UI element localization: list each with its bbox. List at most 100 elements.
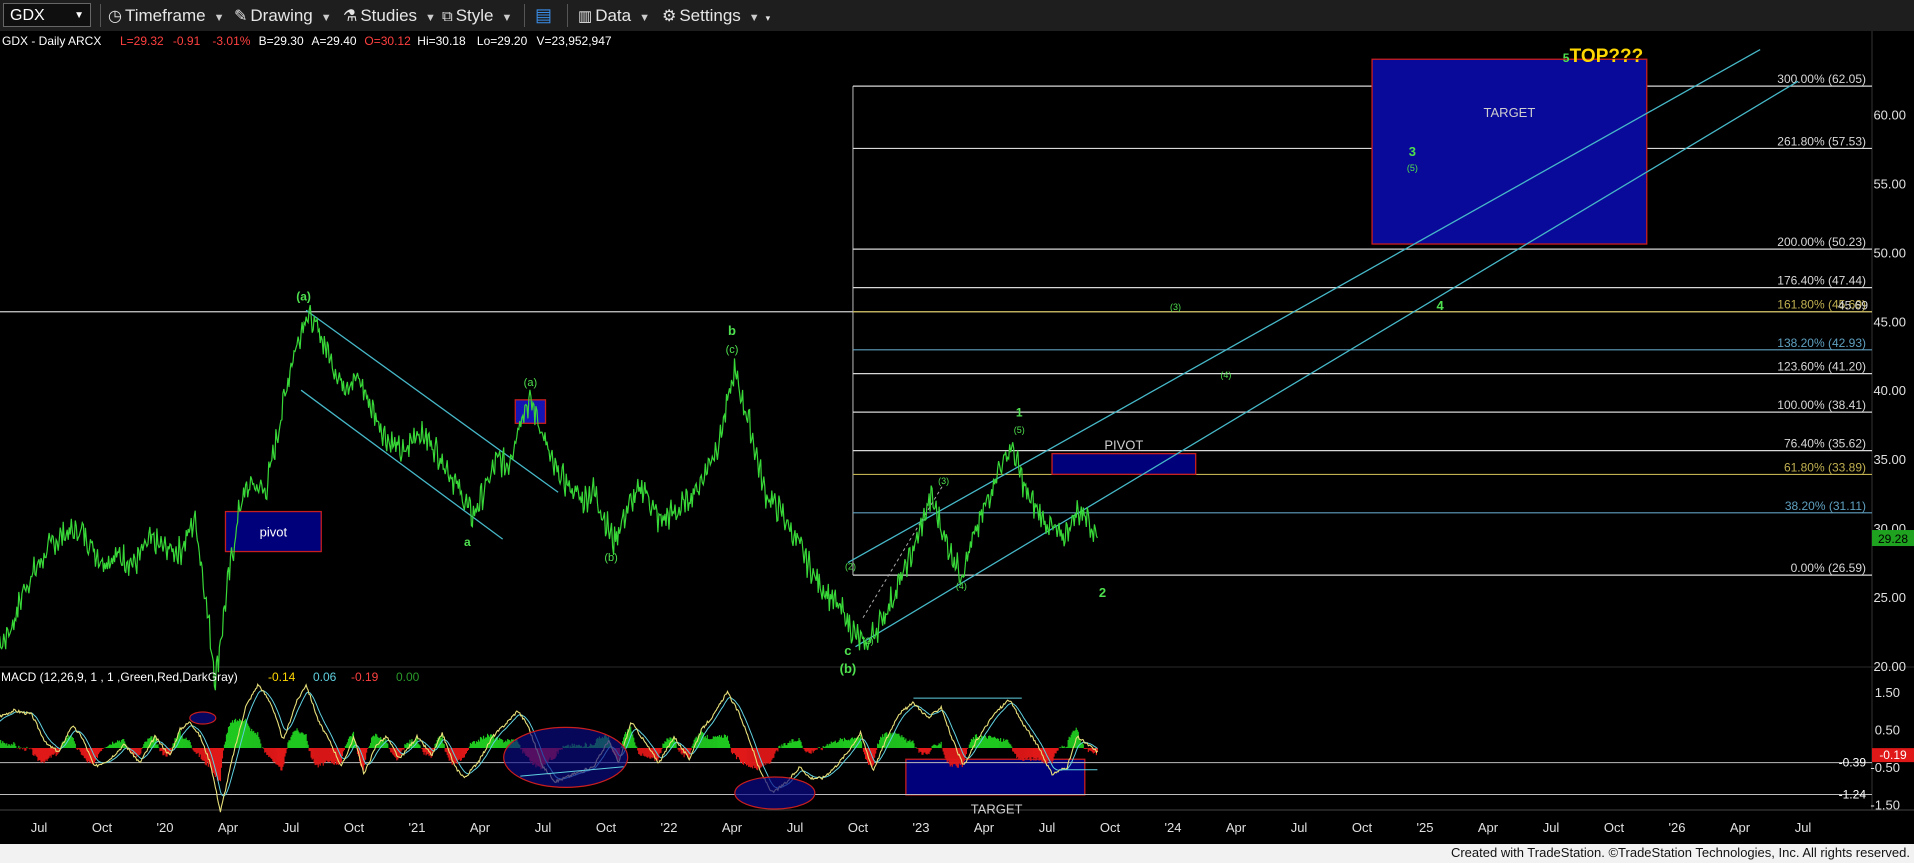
flask-icon: ⚗ [343, 8, 358, 25]
price-axis-tick: 55.00 [1873, 176, 1906, 191]
wave-label: (2) [845, 561, 856, 571]
macd-axis-tick: -1.50 [1870, 797, 1900, 812]
wave-label: (b) [604, 552, 617, 564]
time-axis-label: Apr [1226, 820, 1247, 835]
time-axis-label: Jul [1039, 820, 1056, 835]
time-axis-label: Apr [1730, 820, 1751, 835]
fib-level-label: 123.60% (41.20) [1777, 360, 1866, 374]
time-axis-label: '23 [913, 820, 930, 835]
settings-menu[interactable]: ⚙ Settings ▼ ▾ [662, 0, 770, 31]
time-axis-label: '24 [1165, 820, 1182, 835]
time-axis-label: Jul [535, 820, 552, 835]
zone-label: PIVOT [1104, 438, 1143, 453]
drawing-menu[interactable]: ✎ Drawing ▼ [234, 0, 332, 31]
price-axis-tick: 35.00 [1873, 452, 1906, 467]
time-axis-label: '25 [1417, 820, 1434, 835]
fib-level-label: 100.00% (38.41) [1777, 398, 1866, 412]
toolbar-separator [100, 4, 101, 27]
timeframe-menu[interactable]: ◷ Timeframe ▼ [108, 0, 224, 31]
fib-overlap-label: 45.69 [1838, 299, 1868, 313]
wave-label: 3 [1409, 144, 1416, 159]
time-axis-label: Oct [1100, 820, 1121, 835]
wave-label: a [464, 535, 471, 549]
gear-icon: ⚙ [662, 8, 677, 25]
wave-label: (4) [1220, 370, 1231, 380]
macd-ellipse [503, 726, 629, 788]
pencil-icon: ✎ [234, 8, 248, 25]
macd-value: -0.19 [351, 670, 379, 684]
wave-label: 4 [1437, 298, 1445, 313]
fib-level-label: 76.40% (35.62) [1784, 437, 1866, 451]
wave-label: (a) [296, 290, 311, 304]
wave-label: c [844, 643, 851, 658]
fib-level-label: 300.00% (62.05) [1777, 72, 1866, 86]
quote-value: O=30.12 [364, 34, 411, 48]
macd-target-zone [905, 758, 1086, 796]
symbol-value: GDX [10, 7, 45, 24]
last-price-label: 29.28 [1878, 532, 1908, 546]
price-axis-tick: 60.00 [1873, 107, 1906, 122]
time-axis-label: Apr [974, 820, 995, 835]
price-chart[interactable]: 20.00 25.00 3 0.00 35.00 40.00 45.00 50.00 55.00… [0, 31, 1914, 844]
quote-value: L=29.32 [120, 34, 164, 48]
macd-value: -0.14 [268, 670, 296, 684]
wave-label: 2 [1099, 585, 1106, 600]
time-axis-label: Oct [1604, 820, 1625, 835]
time-axis-label: Apr [218, 820, 239, 835]
time-axis-label: Apr [722, 820, 743, 835]
toolbar-separator [524, 4, 525, 27]
wave-label: (5) [1407, 163, 1418, 173]
price-axis-tick: 25.00 [1873, 590, 1906, 605]
time-axis-label: Jul [787, 820, 804, 835]
chevron-down-icon: ▼ [320, 12, 332, 24]
price-axis-tick: 40.00 [1873, 383, 1906, 398]
data-label: Data [595, 6, 632, 25]
wave-label: (2) [863, 636, 874, 646]
time-axis-label: Apr [1478, 820, 1499, 835]
timeframe-label: Timeframe [124, 6, 206, 25]
toolbar-separator [567, 4, 568, 27]
time-axis-label: Oct [848, 820, 869, 835]
wave-label: (3) [938, 476, 949, 486]
time-axis-label: '20 [157, 820, 174, 835]
chevron-down-icon: ▼ [501, 12, 513, 24]
wave-label: (4) [956, 581, 967, 591]
time-axis-label: Oct [1352, 820, 1373, 835]
layout-icon[interactable]: ▤ [535, 0, 552, 31]
price-axis-tick: 20.00 [1873, 659, 1906, 674]
style-menu[interactable]: ⧉ Style ▼ [442, 0, 512, 31]
studies-menu[interactable]: ⚗ Studies ▼ [343, 0, 436, 31]
wave-label: (c) [726, 344, 739, 356]
zone-box [1051, 452, 1197, 475]
quote-value: B=29.30 [259, 34, 304, 48]
macd-level-label: -0.39 [1839, 756, 1867, 770]
time-axis-label: Jul [283, 820, 300, 835]
zone-box [514, 399, 547, 424]
symbol-selector[interactable]: GDX ▼ [3, 3, 91, 27]
quote-value: Lo=29.20 [477, 34, 528, 48]
fib-level-label: 261.80% (57.53) [1777, 134, 1866, 148]
fib-level-label: 0.00% (26.59) [1791, 561, 1866, 575]
overflow-chevron-icon: ▾ [765, 13, 771, 23]
data-menu[interactable]: ▥ Data ▼ [578, 0, 650, 31]
quote-value: V=23,952,947 [537, 34, 612, 48]
fib-level-label: 61.80% (33.89) [1784, 460, 1866, 474]
time-axis-label: Oct [92, 820, 113, 835]
price-axis-tick: 50.00 [1873, 245, 1906, 260]
wave-label: (b) [840, 661, 857, 676]
chevron-down-icon: ▼ [639, 12, 650, 24]
wave-label: 1 [1016, 405, 1023, 419]
macd-value: 0.06 [313, 670, 337, 684]
zone-label: TARGET [1484, 105, 1536, 120]
time-axis-label: Apr [470, 820, 491, 835]
macd-axis-tick: 1.50 [1875, 685, 1900, 700]
chart-title: GDX - Daily ARCX [2, 34, 101, 48]
time-axis-label: Oct [344, 820, 365, 835]
macd-axis-tick: 0.50 [1875, 722, 1900, 737]
style-label: Style [455, 6, 494, 25]
macd-level-label: -1.24 [1839, 788, 1867, 802]
drawing-label: Drawing [250, 6, 313, 25]
chevron-down-icon: ▼ [748, 12, 760, 24]
copyright-text: Created with TradeStation. ©TradeStation… [1450, 845, 1910, 860]
chevron-down-icon: ▼ [213, 12, 225, 24]
